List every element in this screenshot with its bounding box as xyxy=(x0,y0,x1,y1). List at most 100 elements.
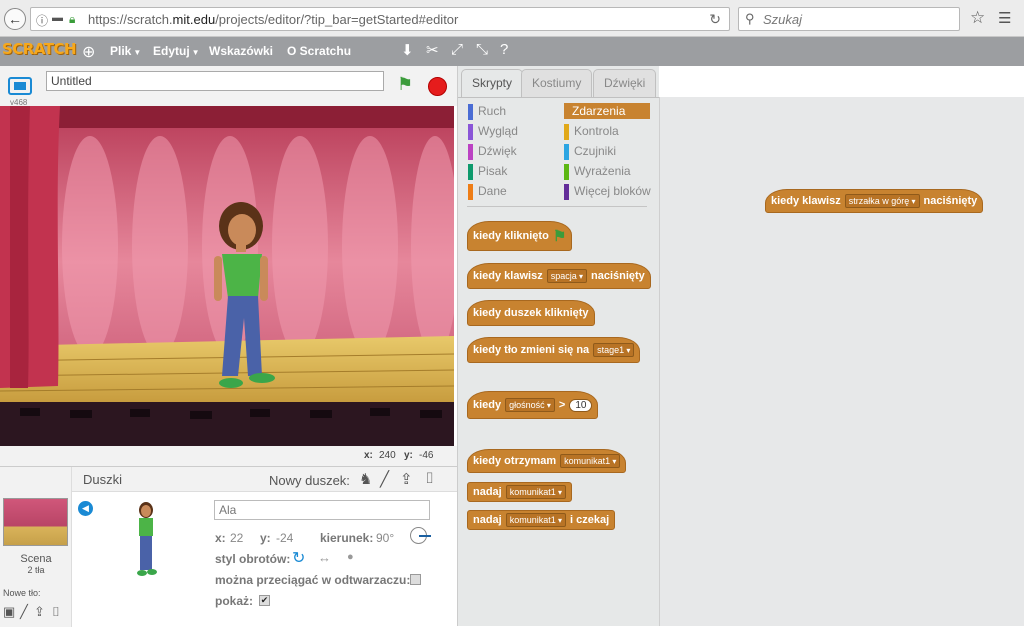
category-pen[interactable]: Pisak xyxy=(468,164,507,180)
tab-sounds[interactable]: Dźwięki xyxy=(593,69,657,97)
scratch-menubar: SCRATCH ⊕ Plik ▼ Edytuj ▼ Wskazówki O Scra… xyxy=(0,37,1024,66)
info-collapse-icon[interactable]: ◀ xyxy=(78,501,93,516)
key-dropdown[interactable]: spacja xyxy=(546,269,587,283)
scene-thumbnail[interactable] xyxy=(3,498,68,546)
stage-canvas[interactable] xyxy=(0,106,454,446)
project-title-input[interactable]: Untitled xyxy=(46,71,384,91)
back-icon[interactable]: ← xyxy=(4,8,26,30)
green-flag-icon: ⚑ xyxy=(552,228,567,245)
category-looks[interactable]: Wygląd xyxy=(468,124,518,140)
sprites-header: Duszki Nowy duszek: ♞ ╱ ⇪ ⌷ xyxy=(72,467,457,492)
block-when-i-receive[interactable]: kiedy otrzymam komunikat1 xyxy=(467,449,627,473)
upload-sprite-icon[interactable]: ⇪ xyxy=(400,470,413,488)
camera-icon[interactable]: ⌷ xyxy=(52,604,60,620)
block-when-flag-clicked[interactable]: kiedy kliknięto ⚑ xyxy=(467,221,573,251)
search-icon: ⚲ xyxy=(745,11,755,26)
script-when-key-pressed[interactable]: kiedy klawiszstrzałka w góręnaciśnięty xyxy=(765,189,984,213)
block-broadcast[interactable]: nadaj komunikat1 xyxy=(467,482,573,502)
category-sound[interactable]: Dźwięk xyxy=(468,144,517,160)
language-globe-icon[interactable]: ⊕ xyxy=(82,42,95,62)
message-dropdown[interactable]: komunikat1 xyxy=(505,485,567,499)
block-when-backdrop-switches[interactable]: kiedy tło zmieni się na stage1 xyxy=(467,337,641,363)
scripts-area[interactable]: kiedy klawiszstrzałka w góręnaciśnięty xyxy=(659,97,1024,626)
upload-icon[interactable]: ⇪ xyxy=(34,604,45,620)
stop-icon[interactable] xyxy=(428,77,447,96)
scratch-logo[interactable]: SCRATCH xyxy=(2,40,77,58)
backdrop-library-icon[interactable]: ▣ xyxy=(3,604,15,620)
block-when-sprite-clicked[interactable]: kiedy duszek kliknięty xyxy=(467,300,595,326)
sensor-dropdown[interactable]: głośność xyxy=(505,398,555,412)
lock-icon[interactable]: 🔒︎ xyxy=(69,12,75,27)
url-text[interactable]: https://scratch.mit.edu/projects/editor/… xyxy=(88,12,458,27)
left-right-icon[interactable]: ↔ xyxy=(318,550,331,565)
sprite-y-label: y: xyxy=(260,531,271,545)
block-broadcast-and-wait[interactable]: nadajkomunikat1i czekaj xyxy=(467,510,616,530)
sprites-title: Duszki xyxy=(83,472,123,487)
category-sensing[interactable]: Czujniki xyxy=(564,144,616,160)
scene-column: Scena 2 tła Nowe tło: ▣ ╱ ⇪ ⌷ xyxy=(0,467,72,627)
rotation-style-label: styl obrotów: xyxy=(215,552,291,566)
browser-menu-icon[interactable]: ☰ xyxy=(998,9,1011,27)
threshold-input[interactable]: 10 xyxy=(569,398,593,412)
message-dropdown[interactable]: komunikat1 xyxy=(505,513,567,527)
shrink-icon[interactable]: ⤡ xyxy=(476,41,488,58)
draggable-label: można przeciągać w odtwarzaczu: xyxy=(215,573,411,587)
y-label: y: xyxy=(404,450,413,461)
fullscreen-icon[interactable] xyxy=(8,77,32,95)
sprite-thumbnail[interactable] xyxy=(132,500,162,580)
block-when-key-pressed[interactable]: kiedy klawiszspacjanaciśnięty xyxy=(467,263,651,289)
sprite-library-icon[interactable]: ♞ xyxy=(359,470,372,488)
paint-sprite-icon[interactable]: ╱ xyxy=(380,470,389,488)
show-label: pokaż: xyxy=(215,594,254,608)
category-data[interactable]: Dane xyxy=(468,184,507,200)
category-events[interactable]: Zdarzenia xyxy=(564,103,650,119)
sprite-x-label: x: xyxy=(215,531,226,545)
sprite-x-value: 22 xyxy=(230,531,244,545)
backdrop-dropdown[interactable]: stage1 xyxy=(593,343,635,357)
draggable-checkbox[interactable] xyxy=(410,574,421,585)
duplicate-stamp-icon[interactable]: ⬇ xyxy=(401,41,414,59)
menu-file[interactable]: Plik ▼ xyxy=(110,44,141,58)
address-bar[interactable]: ⓘ ▬ 🔒︎ https://scratch.mit.edu/projects/… xyxy=(30,7,730,31)
x-value: 240 xyxy=(379,450,396,461)
sprite-name-input[interactable]: Ala xyxy=(214,500,430,520)
camera-sprite-icon[interactable]: ⌷ xyxy=(425,470,434,487)
info-icon[interactable]: ⓘ xyxy=(36,12,48,29)
scene-label: Scena xyxy=(20,553,52,565)
new-sprite-label: Nowy duszek: xyxy=(269,473,350,488)
rotate-all-icon[interactable]: ↻ xyxy=(292,548,305,568)
direction-dial[interactable] xyxy=(410,527,431,544)
tab-costumes[interactable]: Kostiumy xyxy=(521,69,593,97)
menu-edit[interactable]: Edytuj ▼ xyxy=(153,44,200,58)
menu-about[interactable]: O Scratchu xyxy=(287,44,351,58)
tab-scripts[interactable]: Skrypty xyxy=(461,69,524,97)
search-placeholder: Szukaj xyxy=(763,12,803,27)
y-value: -46 xyxy=(419,450,434,461)
category-motion[interactable]: Ruch xyxy=(468,104,506,120)
show-checkbox[interactable]: ✔ xyxy=(259,595,270,606)
delete-scissors-icon[interactable]: ✂ xyxy=(426,41,439,59)
sprite-info: ◀ Ala x: 22 y: -24 kierunek: 90° styl ob… xyxy=(72,492,457,627)
category-control[interactable]: Kontrola xyxy=(564,124,619,140)
x-label: x: xyxy=(364,450,373,461)
menu-tips[interactable]: Wskazówki xyxy=(209,44,273,58)
folder-icon: ▬ xyxy=(52,12,63,24)
search-box[interactable]: ⚲ Szukaj xyxy=(738,7,960,31)
help-icon[interactable]: ? xyxy=(500,41,508,58)
key-dropdown[interactable]: strzałka w górę xyxy=(844,194,920,208)
browser-toolbar: ← ⓘ ▬ 🔒︎ https://scratch.mit.edu/project… xyxy=(0,0,1024,37)
block-when-loudness[interactable]: kiedygłośność>10 xyxy=(467,391,599,419)
bookmark-star-icon[interactable]: ☆ xyxy=(970,8,985,28)
scene-backdrop-count: 2 tła xyxy=(27,565,45,575)
green-flag-icon[interactable]: ⚑ xyxy=(397,74,413,95)
no-rotate-icon[interactable]: ● xyxy=(347,551,354,563)
sprite-panel: Scena 2 tła Nowe tło: ▣ ╱ ⇪ ⌷ Duszki Now… xyxy=(0,466,457,627)
message-dropdown[interactable]: komunikat1 xyxy=(560,454,621,468)
grow-icon[interactable]: ⤢ xyxy=(451,41,463,58)
stage-backdrop xyxy=(0,106,454,446)
category-operators[interactable]: Wyrażenia xyxy=(564,164,631,180)
direction-label: kierunek: xyxy=(320,531,374,545)
paint-brush-icon[interactable]: ╱ xyxy=(20,604,28,620)
category-more-blocks[interactable]: Więcej bloków xyxy=(564,184,651,200)
reload-icon[interactable]: ↻ xyxy=(709,11,721,28)
